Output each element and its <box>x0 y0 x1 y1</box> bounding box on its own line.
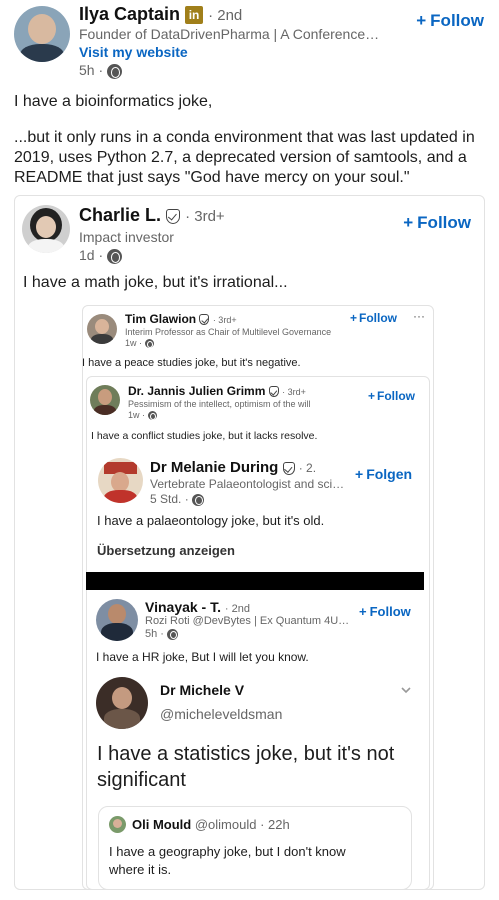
author-headline: Pessimism of the intellect, optimism of … <box>128 399 311 409</box>
globe-icon <box>107 248 123 264</box>
post-text: I have a palaeontology joke, but it's ol… <box>97 513 325 528</box>
charlie-author-line: Charlie L. · 3rd+ <box>79 205 225 226</box>
author-headline: Impact investor <box>79 229 174 245</box>
author-name[interactable]: Dr. Jannis Julien Grimm <box>128 384 265 398</box>
author-line: Ilya Captain in · 2nd <box>79 4 242 25</box>
author-headline: Interim Professor as Chair of Multilevel… <box>125 327 332 337</box>
verified-icon <box>199 314 210 326</box>
linkedin-premium-icon: in <box>185 6 204 25</box>
follow-button-label: Follow <box>430 11 484 30</box>
post-text: I have a math joke, but it's irrational.… <box>23 274 288 291</box>
author-headline: Rozi Roti @DevBytes | Ex Quantum 4U |… <box>145 615 350 627</box>
follow-button[interactable]: + Folgen <box>355 466 412 482</box>
author-name[interactable]: Vinayak - T. <box>145 599 221 615</box>
connection-degree: · 2nd <box>224 603 250 615</box>
author-headline: Vertebrate Palaeontologist and scie… <box>150 477 345 491</box>
connection-degree: · 2nd <box>208 7 243 24</box>
connection-degree: · 2. <box>298 461 317 475</box>
post-time: 5 Std. · <box>150 492 205 506</box>
post-time-text: 5 Std. · <box>150 492 189 506</box>
avatar-ilya-captain[interactable] <box>14 6 70 62</box>
follow-button-label: Follow <box>417 213 471 232</box>
post-time-text: 1w · <box>125 338 143 348</box>
connection-degree: · 3rd+ <box>185 208 225 225</box>
post-text-1: I have a bioinformatics joke, <box>14 93 213 110</box>
post-time-text: 5h · <box>145 628 164 640</box>
translate-button[interactable]: Übersetzung anzeigen <box>97 543 235 558</box>
post-time: 1d · <box>79 247 123 264</box>
author-name[interactable]: Ilya Captain <box>79 4 180 24</box>
follow-button-label: Follow <box>359 311 398 325</box>
verified-icon <box>282 461 295 475</box>
avatar-oli-mould[interactable] <box>109 816 126 833</box>
chevron-down-icon[interactable] <box>400 683 412 695</box>
post-time: 5h · <box>145 628 179 640</box>
follow-button[interactable]: + Follow <box>350 311 397 325</box>
avatar-jannis-grimm[interactable] <box>90 385 120 415</box>
post-time-text: 1d · <box>79 247 104 263</box>
tweet-handle: @micheleveldsman <box>160 706 283 722</box>
follow-button[interactable]: + Follow <box>368 389 415 403</box>
author-headline: Founder of DataDrivenPharma | A Conferen… <box>79 26 380 42</box>
follow-button-label: Folgen <box>366 466 413 482</box>
globe-icon <box>107 63 123 79</box>
post-time-text: 1w · <box>128 410 146 420</box>
vinayak-author-line: Vinayak - T. · 2nd <box>145 599 250 615</box>
plus-icon: + <box>368 389 376 403</box>
verified-icon <box>268 386 279 398</box>
tweet-author-line: Oli Mould @olimould · 22h <box>132 817 290 832</box>
follow-button-label: Follow <box>369 604 411 619</box>
tweet-handle: @olimould · 22h <box>194 817 290 832</box>
globe-icon <box>144 339 154 349</box>
jannis-author-line: Dr. Jannis Julien Grimm · 3rd+ <box>128 384 306 398</box>
post-time: 5h · <box>79 62 123 79</box>
post-text: I have a HR joke, But I will let you kno… <box>96 650 309 664</box>
more-options-icon[interactable]: ··· <box>413 309 425 323</box>
follow-button[interactable]: + Follow <box>359 604 411 619</box>
tweet-author-name[interactable]: Oli Mould <box>132 817 191 832</box>
post-text: I have a conflict studies joke, but it l… <box>91 430 318 442</box>
post-text-2: ...but it only runs in a conda environme… <box>14 129 475 186</box>
globe-icon <box>147 411 157 421</box>
avatar-vinayak[interactable] <box>96 599 138 641</box>
post-time: 1w · <box>125 338 154 349</box>
avatar-michele-v[interactable] <box>96 677 148 729</box>
verified-icon <box>166 208 181 224</box>
follow-button-label: Follow <box>377 389 416 403</box>
avatar-charlie-l[interactable] <box>22 205 70 253</box>
melanie-author-line: Dr Melanie During · 2. <box>150 459 316 476</box>
author-name[interactable]: Dr Melanie During <box>150 459 278 476</box>
redaction-bar <box>86 572 424 590</box>
post-text: I have a peace studies joke, but it's ne… <box>82 357 301 369</box>
plus-icon: + <box>359 604 367 619</box>
post-time-text: 5h · <box>79 62 104 78</box>
connection-degree: · 3rd+ <box>282 387 306 397</box>
tweet-text: I have a statistics joke, but it's not s… <box>97 743 395 791</box>
avatar-melanie-during[interactable] <box>98 458 143 503</box>
tweet-text: I have a geography joke, but I don't kno… <box>109 844 346 877</box>
tim-author-line: Tim Glawion · 3rd+ <box>125 312 237 326</box>
plus-icon: + <box>416 11 427 30</box>
plus-icon: + <box>355 466 364 482</box>
follow-button[interactable]: + Follow <box>416 11 484 31</box>
tweet-author-name[interactable]: Dr Michele V <box>160 682 244 698</box>
post-time: 1w · <box>128 410 157 421</box>
plus-icon: + <box>350 311 358 325</box>
avatar-tim-glawion[interactable] <box>87 314 117 344</box>
connection-degree: · 3rd+ <box>212 315 237 325</box>
plus-icon: + <box>403 213 414 232</box>
follow-button[interactable]: + Follow <box>403 213 471 233</box>
visit-website-link[interactable]: Visit my website <box>79 44 188 60</box>
globe-icon <box>192 493 205 506</box>
author-name[interactable]: Charlie L. <box>79 205 161 225</box>
globe-icon <box>167 628 179 640</box>
author-name[interactable]: Tim Glawion <box>125 312 196 326</box>
